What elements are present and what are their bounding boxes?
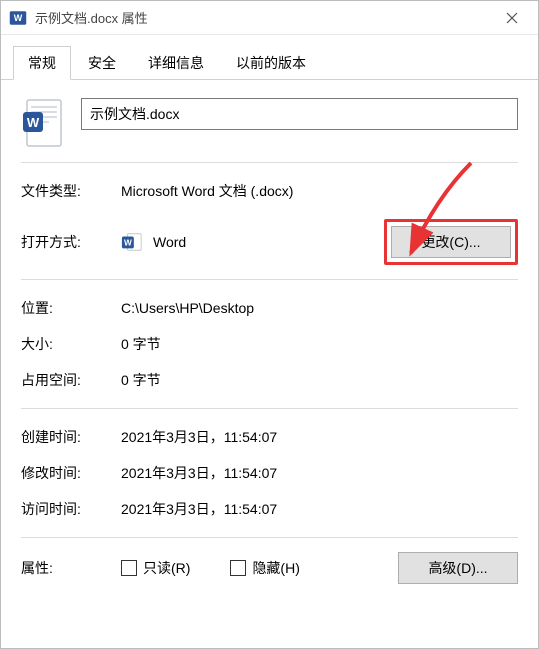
modified-label: 修改时间: <box>21 463 121 483</box>
size-value: 0 字节 <box>121 334 518 354</box>
checkbox-box-icon <box>121 560 137 576</box>
created-label: 创建时间: <box>21 427 121 447</box>
tab-details[interactable]: 详细信息 <box>133 46 219 79</box>
advanced-button[interactable]: 高级(D)... <box>398 552 518 584</box>
filename-input[interactable] <box>81 98 518 130</box>
created-value: 2021年3月3日，11:54:07 <box>121 427 518 447</box>
readonly-label: 只读(R) <box>143 558 190 578</box>
annotation-highlight: 更改(C)... <box>384 219 518 265</box>
modified-value: 2021年3月3日，11:54:07 <box>121 463 518 483</box>
file-type-value: Microsoft Word 文档 (.docx) <box>121 181 518 201</box>
properties-dialog: W 示例文档.docx 属性 常规 安全 详细信息 以前的版本 <box>0 0 539 649</box>
svg-text:W: W <box>14 13 23 23</box>
opens-with-value: Word <box>153 234 374 250</box>
titlebar: W 示例文档.docx 属性 <box>1 1 538 35</box>
divider <box>21 162 518 163</box>
checkbox-box-icon <box>230 560 246 576</box>
readonly-checkbox[interactable]: 只读(R) <box>121 558 190 578</box>
tab-previous[interactable]: 以前的版本 <box>221 46 321 79</box>
word-icon: W <box>121 231 143 253</box>
hidden-label: 隐藏(H) <box>252 558 299 578</box>
divider <box>21 537 518 538</box>
accessed-value: 2021年3月3日，11:54:07 <box>121 499 518 519</box>
location-value: C:\Users\HP\Desktop <box>121 300 518 316</box>
file-type-label: 文件类型: <box>21 181 121 201</box>
divider <box>21 279 518 280</box>
window-title: 示例文档.docx 属性 <box>35 8 490 27</box>
tab-general[interactable]: 常规 <box>13 46 71 80</box>
change-button[interactable]: 更改(C)... <box>391 226 511 258</box>
tab-bar: 常规 安全 详细信息 以前的版本 <box>1 35 538 80</box>
size-label: 大小: <box>21 334 121 354</box>
svg-text:W: W <box>27 115 40 130</box>
general-pane: W 文件类型: Microsoft Word 文档 (.docx) 打开方式: … <box>1 80 538 648</box>
divider <box>21 408 518 409</box>
opens-with-label: 打开方式: <box>21 232 121 252</box>
size-on-disk-label: 占用空间: <box>21 370 121 390</box>
tab-security[interactable]: 安全 <box>73 46 131 79</box>
close-button[interactable] <box>490 3 534 33</box>
word-icon: W <box>9 9 27 27</box>
hidden-checkbox[interactable]: 隐藏(H) <box>230 558 299 578</box>
attributes-label: 属性: <box>21 558 121 578</box>
size-on-disk-value: 0 字节 <box>121 370 518 390</box>
accessed-label: 访问时间: <box>21 499 121 519</box>
location-label: 位置: <box>21 298 121 318</box>
svg-text:W: W <box>124 239 132 248</box>
file-icon: W <box>21 98 65 148</box>
